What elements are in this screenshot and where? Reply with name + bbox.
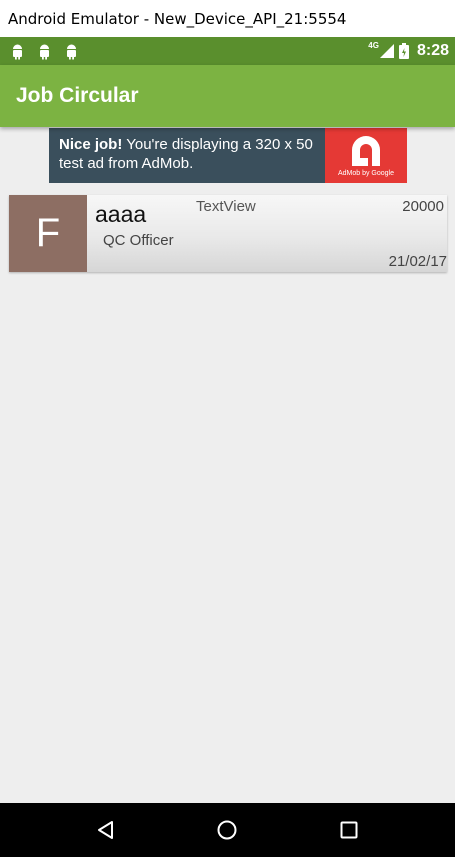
- content-area: Nice job! You're displaying a 320 x 50 t…: [0, 127, 455, 803]
- signal-icon: [379, 44, 394, 58]
- recents-icon: [340, 821, 358, 839]
- android-notification-icon: [67, 44, 76, 59]
- network-type-label: 4G: [368, 40, 379, 50]
- app-bar: Job Circular: [0, 65, 455, 127]
- ad-banner[interactable]: Nice job! You're displaying a 320 x 50 t…: [49, 128, 407, 183]
- back-icon: [97, 821, 113, 839]
- status-clock: 8:28: [416, 42, 449, 59]
- back-button[interactable]: [86, 810, 126, 850]
- ad-bold-text: Nice job!: [59, 136, 123, 153]
- ad-text: Nice job! You're displaying a 320 x 50 t…: [49, 128, 325, 183]
- admob-caption: AdMob by Google: [337, 170, 395, 177]
- job-extra-text: TextView: [196, 198, 256, 215]
- status-bar: 4G 8:28: [0, 37, 455, 65]
- home-icon: [217, 820, 237, 840]
- job-date: 21/02/17: [388, 253, 447, 270]
- job-position: QC Officer: [103, 232, 174, 249]
- android-notification-icon: [13, 44, 22, 59]
- job-title: aaaa: [95, 201, 147, 227]
- android-notification-icon: [40, 44, 49, 59]
- job-salary: 20000: [402, 198, 444, 215]
- admob-logo: AdMob by Google: [325, 128, 407, 183]
- recents-button[interactable]: [329, 810, 369, 850]
- admob-icon: [352, 136, 380, 166]
- avatar: F: [9, 195, 87, 272]
- window-title: Android Emulator - New_Device_API_21:555…: [0, 0, 455, 37]
- home-button[interactable]: [207, 810, 247, 850]
- app-title: Job Circular: [16, 84, 139, 107]
- job-list-item[interactable]: F aaaa TextView 20000 QC Officer 21/02/1…: [9, 195, 447, 272]
- navigation-bar: [0, 803, 455, 857]
- battery-icon: [398, 43, 409, 59]
